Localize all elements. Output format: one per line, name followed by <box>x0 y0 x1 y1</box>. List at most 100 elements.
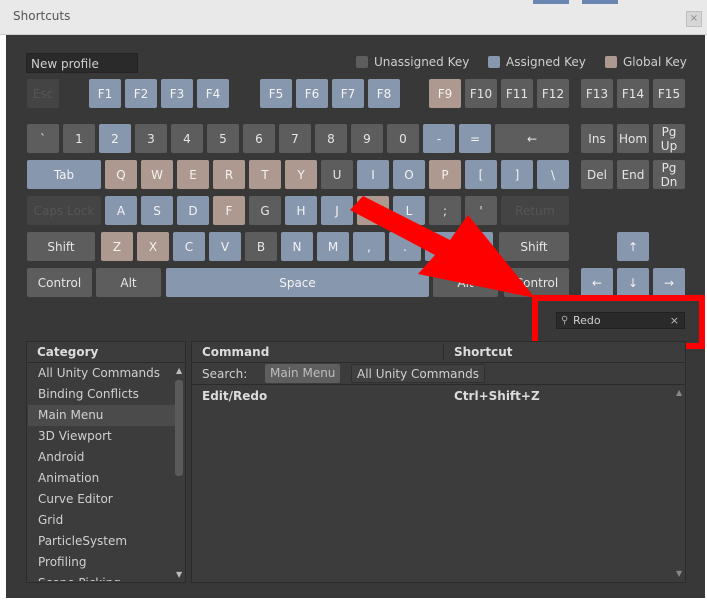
key-end[interactable]: End <box>617 160 649 189</box>
key-f14[interactable]: F14 <box>617 79 649 108</box>
scope-main-menu-button[interactable]: Main Menu <box>265 364 341 383</box>
key-7[interactable]: 7 <box>279 124 311 153</box>
clear-search-icon[interactable]: × <box>670 313 679 328</box>
key-arrow-up[interactable]: ↑ <box>617 232 649 261</box>
category-item[interactable]: All Unity Commands <box>28 363 175 384</box>
key-9[interactable]: 9 <box>351 124 383 153</box>
scroll-down-icon[interactable]: ▼ <box>176 570 182 579</box>
close-icon[interactable]: × <box>686 11 702 27</box>
key-f6[interactable]: F6 <box>296 79 328 108</box>
key-f[interactable]: F <box>213 196 245 225</box>
key-a[interactable]: A <box>105 196 137 225</box>
key-comma[interactable]: , <box>353 232 385 261</box>
scroll-down-icon[interactable]: ▼ <box>676 569 682 578</box>
key-5[interactable]: 5 <box>207 124 239 153</box>
key-r[interactable]: R <box>213 160 245 189</box>
key-insert[interactable]: Ins <box>581 124 613 153</box>
key-backspace[interactable]: ← <box>495 124 569 153</box>
key-f12[interactable]: F12 <box>537 79 569 108</box>
category-item[interactable]: Curve Editor <box>28 489 175 510</box>
key-4[interactable]: 4 <box>171 124 203 153</box>
key-y[interactable]: Y <box>285 160 317 189</box>
category-item[interactable]: Profiling <box>28 552 175 573</box>
category-item[interactable]: Animation <box>28 468 175 489</box>
key-k[interactable]: K <box>357 196 389 225</box>
key-slash[interactable]: / <box>425 232 493 261</box>
key-f3[interactable]: F3 <box>161 79 193 108</box>
command-row-shortcut[interactable]: Ctrl+Shift+Z <box>454 389 540 403</box>
profile-dropdown[interactable]: New profile <box>26 53 138 73</box>
key-backslash[interactable]: \ <box>537 160 569 189</box>
scope-all-commands-button[interactable]: All Unity Commands <box>351 364 485 383</box>
key-8[interactable]: 8 <box>315 124 347 153</box>
key-s[interactable]: S <box>141 196 173 225</box>
scroll-up-icon[interactable]: ▲ <box>176 366 182 375</box>
key-h[interactable]: H <box>285 196 317 225</box>
key-home[interactable]: Hom <box>617 124 649 153</box>
key-f2[interactable]: F2 <box>125 79 157 108</box>
category-item[interactable]: Binding Conflicts <box>28 384 175 405</box>
category-item[interactable]: Scene Picking <box>28 573 175 581</box>
key-minus[interactable]: - <box>423 124 455 153</box>
key-arrow-right[interactable]: → <box>653 268 685 297</box>
key-z[interactable]: Z <box>101 232 133 261</box>
key-f10[interactable]: F10 <box>465 79 497 108</box>
key-f8[interactable]: F8 <box>368 79 400 108</box>
key-o[interactable]: O <box>393 160 425 189</box>
key-f4[interactable]: F4 <box>197 79 229 108</box>
key-f9[interactable]: F9 <box>429 79 461 108</box>
key-tab[interactable]: Tab <box>27 160 101 189</box>
key-d[interactable]: D <box>177 196 209 225</box>
key-delete[interactable]: Del <box>581 160 613 189</box>
key-right-alt[interactable]: Alt <box>433 268 498 297</box>
key-semicolon[interactable]: ; <box>429 196 461 225</box>
key-u[interactable]: U <box>321 160 353 189</box>
key-3[interactable]: 3 <box>135 124 167 153</box>
key-f13[interactable]: F13 <box>581 79 613 108</box>
key-j[interactable]: J <box>321 196 353 225</box>
key-f15[interactable]: F15 <box>653 79 685 108</box>
key-b[interactable]: B <box>245 232 277 261</box>
key-n[interactable]: N <box>281 232 313 261</box>
key-i[interactable]: I <box>357 160 389 189</box>
key-1[interactable]: 1 <box>63 124 95 153</box>
key-m[interactable]: M <box>317 232 349 261</box>
scroll-up-icon[interactable]: ▲ <box>676 388 682 397</box>
key-esc[interactable]: Esc <box>27 79 59 108</box>
key-e[interactable]: E <box>177 160 209 189</box>
category-item-selected[interactable]: Main Menu <box>28 405 175 426</box>
key-left-control[interactable]: Control <box>27 268 92 297</box>
category-item[interactable]: ParticleSystem <box>28 531 175 552</box>
key-left-bracket[interactable]: [ <box>465 160 497 189</box>
key-0[interactable]: 0 <box>387 124 419 153</box>
search-input[interactable]: ⚲ Redo × <box>556 312 685 329</box>
key-quote[interactable]: ' <box>465 196 497 225</box>
command-row-name[interactable]: Edit/Redo <box>202 389 267 403</box>
key-q[interactable]: Q <box>105 160 137 189</box>
key-f11[interactable]: F11 <box>501 79 533 108</box>
key-backquote[interactable]: ` <box>27 124 59 153</box>
key-space[interactable]: Space <box>166 268 429 297</box>
key-equals[interactable]: = <box>459 124 491 153</box>
key-f7[interactable]: F7 <box>332 79 364 108</box>
key-2[interactable]: 2 <box>99 124 131 153</box>
key-page-down[interactable]: Pg Dn <box>653 160 685 189</box>
category-scrollbar-thumb[interactable] <box>175 380 183 476</box>
key-return[interactable]: Return <box>501 196 569 225</box>
key-f1[interactable]: F1 <box>89 79 121 108</box>
key-g[interactable]: G <box>249 196 281 225</box>
key-right-shift[interactable]: Shift <box>499 232 569 261</box>
key-page-up[interactable]: Pg Up <box>653 124 685 153</box>
key-6[interactable]: 6 <box>243 124 275 153</box>
key-period[interactable]: . <box>389 232 421 261</box>
key-caps-lock[interactable]: Caps Lock <box>27 196 101 225</box>
category-item[interactable]: 3D Viewport <box>28 426 175 447</box>
key-f5[interactable]: F5 <box>260 79 292 108</box>
key-w[interactable]: W <box>141 160 173 189</box>
key-arrow-down[interactable]: ↓ <box>617 268 649 297</box>
category-item[interactable]: Grid <box>28 510 175 531</box>
key-arrow-left[interactable]: ← <box>581 268 613 297</box>
key-right-control[interactable]: Control <box>504 268 569 297</box>
key-p[interactable]: P <box>429 160 461 189</box>
key-x[interactable]: X <box>137 232 169 261</box>
